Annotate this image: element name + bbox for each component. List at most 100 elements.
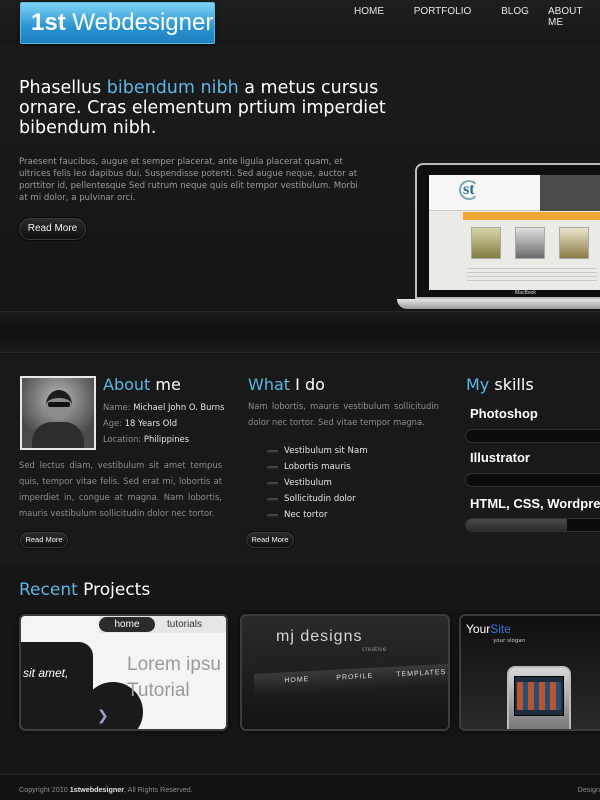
phone-app-icons	[517, 682, 561, 710]
thumb-side-text: sit amet,	[23, 666, 69, 680]
about-paragraph: Sed lectus diam, vestibulum sit amet tem…	[19, 460, 222, 518]
laptop-screen: st	[429, 175, 600, 290]
whatido-title-accent: What	[248, 375, 291, 394]
skills-title-accent: My	[466, 375, 490, 394]
skill-bar	[465, 473, 600, 487]
skills-title-rest: skills	[494, 375, 534, 394]
screen-thumb	[515, 227, 545, 259]
logo-text: Webdesigner	[72, 9, 214, 36]
thumb-nav-home: HOME	[284, 676, 310, 685]
screen-text-lines	[467, 265, 597, 283]
chevron-right-icon: ❯	[97, 708, 109, 724]
laptop-label: MacBook	[515, 290, 536, 296]
list-item: Lobortis mauris	[267, 459, 368, 475]
project-thumbnail-mjdesigns[interactable]: mj designs creative HOME PROFILE TEMPLAT…	[240, 614, 450, 731]
projects-title-rest: Projects	[83, 580, 151, 600]
nav-blog[interactable]: BLOG	[490, 0, 540, 22]
skill-name: Illustrator	[470, 450, 530, 465]
list-item: Vestibulum sit Nam	[267, 443, 368, 459]
about-title-rest: me	[155, 375, 181, 394]
thumb-brand: mj designs	[276, 628, 363, 645]
thumb-lorem: Lorem ipsu Tutorial	[127, 652, 221, 704]
list-item: Sollicitudin dolor	[267, 491, 368, 507]
age-value: 18 Years Old	[124, 418, 178, 428]
projects-title-accent: Recent	[19, 580, 78, 600]
main-nav: HOME PORTFOLIO BLOG ABOUT ME	[343, 0, 600, 28]
thumb-dark-panel	[21, 642, 93, 729]
about-read-more-button[interactable]: Read More	[20, 532, 68, 548]
avatar-sunglasses	[48, 402, 70, 407]
screen-thumb	[471, 227, 501, 259]
copyright-suffix: , All Rights Reserved.	[124, 785, 193, 794]
copyright-text: Copyright 2010	[19, 785, 68, 794]
nav-portfolio[interactable]: PORTFOLIO	[395, 0, 490, 22]
thumb-home-tab: home	[99, 617, 155, 632]
about-title-accent: About	[103, 375, 151, 394]
hero-read-more-button[interactable]: Read More	[19, 218, 86, 240]
whatido-read-more-button[interactable]: Read More	[246, 532, 294, 548]
skill-bar-fill	[466, 519, 567, 531]
skills-title: My skills	[466, 375, 534, 394]
site-footer: Copyright 2010 1stwebdesigner, All Right…	[0, 774, 600, 800]
name-value: Michael John O. Burns	[133, 402, 225, 412]
name-label: Name:	[103, 402, 131, 412]
project-thumbnail-tutorial[interactable]: home tutorials sit amet, ❯ Lorem ipsu Tut…	[19, 614, 228, 731]
whatido-title: What I do	[248, 375, 325, 394]
screen-thumb	[559, 227, 589, 259]
copyright: Copyright 2010 1stwebdesigner, All Right…	[19, 785, 193, 794]
list-item: Vestibulum	[267, 475, 368, 491]
nav-home[interactable]: HOME	[343, 0, 395, 22]
section-divider	[0, 311, 600, 353]
info-columns: About me Name: Michael John O. Burns Age…	[0, 354, 600, 564]
project-thumbnail-yoursite[interactable]: YourSite your slogan	[459, 614, 600, 731]
laptop-base	[397, 299, 600, 309]
thumb-creative: creative	[362, 646, 387, 653]
thumb-nav-profile: PROFILE	[336, 672, 374, 682]
screen-header: st	[429, 175, 600, 211]
thumb-your: Your	[466, 622, 491, 636]
screen-logo: st	[463, 181, 475, 198]
thumb-nav-templates: TEMPLATES	[396, 668, 447, 679]
thumb-lorem-line2: Tutorial	[127, 680, 190, 701]
location-label: Location:	[103, 434, 142, 444]
info-age: Age: 18 Years Old	[103, 418, 177, 428]
design-credit: Design	[577, 785, 600, 794]
whatido-title-rest: I do	[295, 375, 325, 394]
services-list: Vestibulum sit Nam Lobortis mauris Vesti…	[267, 443, 368, 523]
avatar	[20, 376, 96, 450]
info-name: Name: Michael John O. Burns	[103, 402, 224, 412]
recent-projects: Recent Projects home tutorials sit amet,…	[0, 564, 600, 774]
thumb-site: Site	[490, 622, 511, 636]
hero-heading-pre: Phasellus	[19, 78, 102, 98]
projects-title: Recent Projects	[19, 580, 150, 600]
avatar-body	[32, 422, 84, 448]
nav-about-me[interactable]: ABOUT ME	[540, 0, 600, 28]
hero-paragraph: Praesent faucibus, augue et semper place…	[19, 157, 358, 203]
logo-bold: 1st	[31, 9, 66, 36]
info-location: Location: Philippines	[103, 434, 189, 444]
laptop-image: st MacBook	[397, 163, 600, 311]
thumb-navstrip: HOME PROFILE TEMPLATES	[254, 662, 448, 696]
copyright-brand[interactable]: 1stwebdesigner	[70, 785, 124, 794]
age-label: Age:	[103, 418, 123, 428]
location-value: Philippines	[143, 434, 190, 444]
thumb-yoursite: YourSite	[466, 622, 511, 636]
skill-bar	[465, 518, 600, 532]
skill-bar	[465, 429, 600, 443]
hero-section: Phasellus bibendum nibh a metus cursus o…	[0, 46, 600, 311]
screen-thumbnails	[471, 227, 589, 259]
thumb-tutorials-tab: tutorials	[167, 619, 203, 630]
about-title: About me	[103, 375, 181, 394]
phone-image	[507, 666, 571, 729]
screen-nav	[540, 175, 600, 211]
thumb-slogan: your slogan	[493, 638, 526, 644]
whatido-paragraph: Nam lobortis, mauris vestibulum sollicit…	[248, 401, 439, 427]
skill-name: Photoshop	[470, 406, 538, 421]
skill-name: HTML, CSS, Wordpre	[470, 496, 600, 511]
hero-heading: Phasellus bibendum nibh a metus cursus o…	[19, 78, 389, 138]
hero-heading-accent: bibendum nibh	[106, 78, 239, 98]
screen-banner	[463, 212, 600, 220]
thumb-lorem-line1: Lorem ipsu	[127, 654, 221, 675]
site-logo[interactable]: 1st Webdesigner	[20, 2, 215, 44]
site-header: 1st Webdesigner HOME PORTFOLIO BLOG ABOU…	[0, 0, 600, 46]
